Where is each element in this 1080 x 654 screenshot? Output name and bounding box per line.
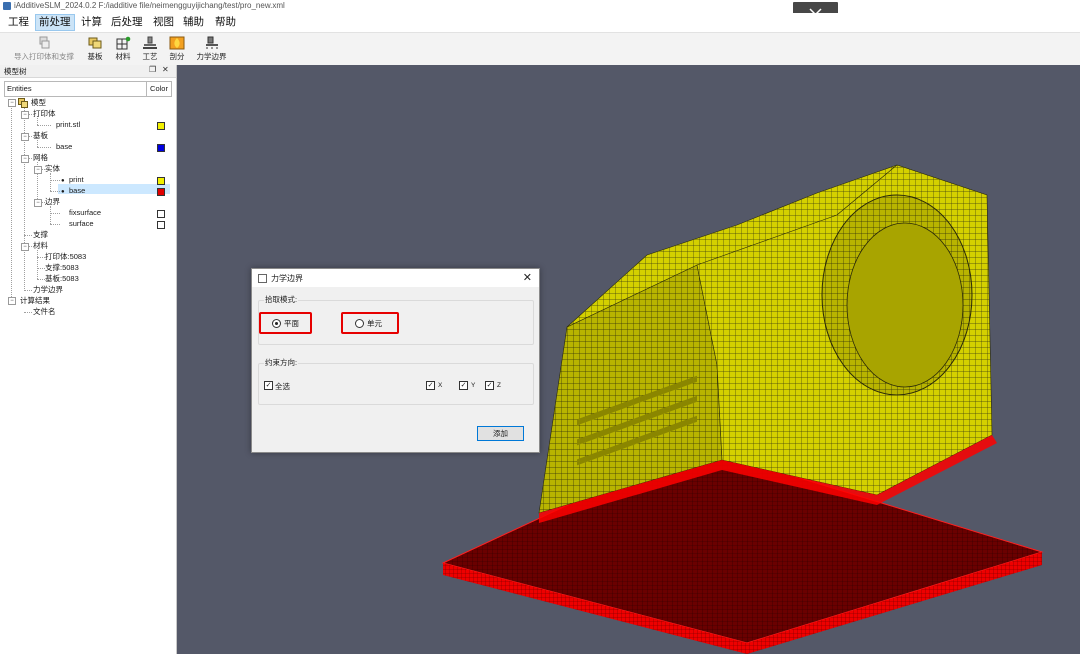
- menu-assist[interactable]: 辅助: [180, 15, 207, 30]
- close-panel-icon[interactable]: ✕: [162, 65, 169, 74]
- tree-node-filename[interactable]: 文件名: [33, 307, 56, 317]
- material-button[interactable]: 材料: [112, 36, 134, 62]
- import-print-support-button[interactable]: 导入打印体和支撑: [11, 36, 77, 62]
- model-tree-panel: 模型树 ❐ ✕ Entities Color − − − − − − − − 模…: [0, 65, 177, 654]
- select-all-checkbox[interactable]: ✓: [264, 381, 273, 390]
- plane-radio[interactable]: [272, 319, 281, 328]
- tree-node-mechanical-boundary[interactable]: 力学边界: [33, 285, 63, 295]
- print-part-bore-inner: [846, 222, 964, 388]
- add-button[interactable]: 添加: [477, 426, 524, 441]
- dialog-title-bar: 力学边界 ✕: [252, 269, 539, 287]
- base-plate-top: [441, 445, 1044, 644]
- dialog-title: 力学边界: [271, 274, 303, 283]
- tree-node-material[interactable]: 材料: [33, 241, 48, 251]
- dialog-app-icon: [258, 274, 267, 283]
- tree-column-header: Entities Color: [4, 81, 172, 97]
- model-tree-header: 模型树 ❐ ✕: [0, 65, 176, 78]
- model-tree-title: 模型树: [4, 67, 27, 76]
- color-swatch[interactable]: [157, 188, 165, 196]
- toolbar: 导入打印体和支撑 基板 材料 工艺 剖分 力学边界: [0, 32, 1080, 66]
- float-panel-icon[interactable]: ❐: [149, 65, 156, 74]
- color-swatch[interactable]: [157, 221, 165, 229]
- menu-postprocess[interactable]: 后处理: [108, 15, 146, 30]
- tree-node-material-support[interactable]: 支撑:5083: [45, 263, 79, 273]
- pick-mode-label: 拾取模式:: [264, 294, 299, 305]
- x-axis-label[interactable]: X: [438, 382, 442, 389]
- color-swatch[interactable]: [157, 122, 165, 130]
- model-icon: [18, 98, 28, 108]
- node-bullet-icon: ●: [61, 178, 65, 184]
- tree-node-mesh-print[interactable]: print: [69, 175, 84, 185]
- mechanical-boundary-button[interactable]: 力学边界: [195, 36, 228, 62]
- tree-node-mesh-base[interactable]: base: [69, 186, 85, 196]
- tree-node-model[interactable]: 模型: [31, 98, 46, 108]
- mechanical-boundary-icon: [205, 36, 218, 49]
- entities-column-header[interactable]: Entities: [7, 84, 32, 93]
- y-axis-checkbox[interactable]: ✓: [459, 381, 468, 390]
- x-axis-checkbox[interactable]: ✓: [426, 381, 435, 390]
- color-column-header[interactable]: Color: [146, 82, 171, 96]
- tree-node-mesh[interactable]: 网格: [33, 153, 48, 163]
- expand-toggle[interactable]: −: [21, 111, 29, 119]
- menu-project[interactable]: 工程: [5, 15, 32, 30]
- import-icon: [39, 36, 50, 49]
- model-tree: − − − − − − − − 模型 打印体 print.stl 基板 base…: [4, 96, 172, 636]
- title-bar: iAdditiveSLM_2024.0.2 F:/iadditive file/…: [0, 0, 1080, 13]
- close-icon[interactable]: ✕: [523, 271, 532, 284]
- window-title: iAdditiveSLM_2024.0.2 F:/iadditive file/…: [14, 1, 285, 10]
- tree-node-base[interactable]: base: [56, 142, 72, 152]
- element-radio[interactable]: [355, 319, 364, 328]
- process-button[interactable]: 工艺: [139, 36, 161, 62]
- color-swatch[interactable]: [157, 144, 165, 152]
- expand-toggle[interactable]: −: [8, 99, 16, 107]
- material-icon: [116, 36, 131, 50]
- node-bullet-icon: ●: [61, 189, 65, 195]
- tree-node-material-print[interactable]: 打印体:5083: [45, 252, 86, 262]
- tree-node-support[interactable]: 支撑: [33, 230, 48, 240]
- tree-node-solid[interactable]: 实体: [45, 164, 60, 174]
- color-swatch[interactable]: [157, 210, 165, 218]
- tree-node-results[interactable]: 计算结果: [20, 296, 50, 306]
- tree-node-material-base[interactable]: 基板:5083: [45, 274, 79, 284]
- baseplate-button[interactable]: 基板: [84, 36, 106, 62]
- y-axis-label[interactable]: Y: [471, 382, 475, 389]
- expand-toggle[interactable]: −: [21, 155, 29, 163]
- tree-node-baseplate[interactable]: 基板: [33, 131, 48, 141]
- z-axis-checkbox[interactable]: ✓: [485, 381, 494, 390]
- color-swatch[interactable]: [157, 177, 165, 185]
- expand-toggle[interactable]: −: [8, 297, 16, 305]
- tree-node-boundary[interactable]: 边界: [45, 197, 60, 207]
- expand-toggle[interactable]: −: [34, 166, 42, 174]
- menu-view[interactable]: 视图: [150, 15, 177, 30]
- tree-node-fixsurface[interactable]: fixsurface: [69, 208, 101, 218]
- expand-toggle[interactable]: −: [21, 133, 29, 141]
- element-radio-label[interactable]: 单元: [367, 318, 382, 329]
- baseplate-icon: [88, 37, 102, 49]
- menu-bar: 工程 前处理 计算 后处理 视图 辅助 帮助: [0, 13, 1080, 32]
- expand-toggle[interactable]: −: [34, 199, 42, 207]
- expand-toggle[interactable]: −: [21, 243, 29, 251]
- tree-node-print-body[interactable]: 打印体: [33, 109, 56, 119]
- menu-preprocess[interactable]: 前处理: [35, 14, 75, 31]
- app-icon: [3, 2, 11, 10]
- plane-radio-label[interactable]: 平面: [284, 318, 299, 329]
- tree-node-surface[interactable]: surface: [69, 219, 94, 229]
- constraint-direction-label: 约束方向:: [264, 357, 299, 368]
- mesh-split-button[interactable]: 剖分: [166, 36, 188, 62]
- menu-help[interactable]: 帮助: [212, 15, 239, 30]
- select-all-label[interactable]: 全选: [275, 381, 290, 392]
- mesh-split-icon: [169, 36, 185, 50]
- tree-node-print-stl[interactable]: print.stl: [56, 120, 80, 130]
- z-axis-label[interactable]: Z: [497, 382, 501, 389]
- menu-compute[interactable]: 计算: [78, 15, 105, 30]
- process-icon: [143, 36, 157, 49]
